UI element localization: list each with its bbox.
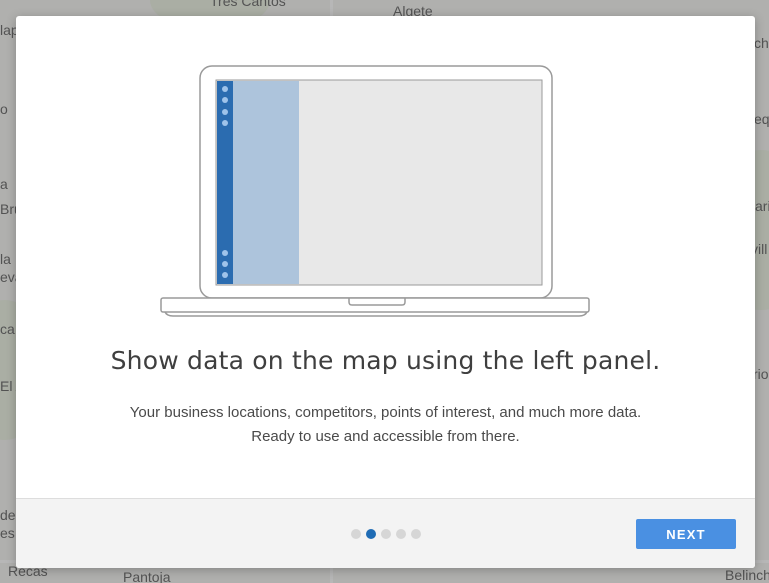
modal-description: Your business locations, competitors, po… [16,401,755,449]
next-button[interactable]: NEXT [636,519,736,549]
modal-footer: NEXT [16,498,755,568]
modal-title: Show data on the map using the left pane… [110,346,661,375]
onboarding-modal: Show data on the map using the left pane… [16,16,755,568]
pagination-dot-5[interactable] [411,529,421,539]
pagination-dot-1[interactable] [351,529,361,539]
pagination-dot-2[interactable] [366,529,376,539]
description-line: Your business locations, competitors, po… [129,404,642,421]
laptop-illustration [160,65,590,317]
pagination-dots [351,529,421,539]
description-line: Ready to use and accessible from there. [251,428,520,445]
pagination-dot-3[interactable] [381,529,391,539]
pagination-dot-4[interactable] [396,529,406,539]
